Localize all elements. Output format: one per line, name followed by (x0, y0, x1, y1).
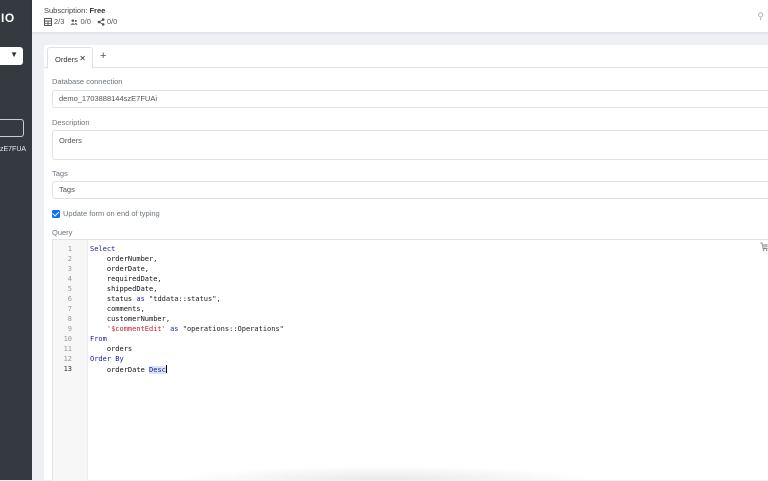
cart-icon[interactable] (760, 241, 768, 252)
code-line[interactable]: From (90, 335, 107, 343)
code-token: From (90, 335, 107, 343)
code-line[interactable]: Select (90, 245, 115, 253)
line-number: 12 (63, 355, 72, 363)
caret-down-icon: ▼ (10, 50, 18, 59)
code-token: orders (90, 345, 133, 353)
line-number: 4 (67, 275, 72, 283)
share-icon (97, 17, 105, 26)
query-label: Query (52, 228, 73, 237)
code-line[interactable]: orderDate Desc (90, 365, 167, 374)
line-number-gutter: 1 2 3 4 5 6 7 8 9 10 11 12 13 (53, 240, 88, 481)
code-token: status (90, 295, 137, 303)
update-on-typing-label[interactable]: Update form on end of typing (63, 209, 160, 218)
code-line[interactable]: orderNumber, (90, 255, 158, 263)
code-token: comments, (90, 305, 145, 313)
line-number: 9 (67, 325, 72, 333)
code-line[interactable]: status as "tddata::status", (90, 295, 221, 303)
code-token: orderNumber, (90, 255, 158, 263)
tags-label: Tags (52, 169, 68, 178)
query-editor[interactable]: 1 2 3 4 5 6 7 8 9 10 11 12 13 Select orderNumber, or… (52, 239, 768, 481)
bottom-shadow (175, 466, 595, 480)
table-icon (44, 17, 52, 26)
code-token: as (136, 295, 145, 303)
stat-tables: 2/3 (44, 17, 64, 26)
code-token: requiredDate, (90, 275, 162, 283)
code-line[interactable]: customerNumber, (90, 315, 170, 323)
tab-bar: Orders ✕ + (44, 45, 768, 69)
line-number: 1 (67, 245, 72, 253)
brand-logo: IO (1, 11, 15, 25)
code-line[interactable]: requiredDate, (90, 275, 162, 283)
code-line[interactable]: shippedDate, (90, 285, 158, 293)
close-icon[interactable]: ✕ (79, 54, 86, 63)
line-number: 5 (67, 285, 72, 293)
stat-shares: 0/0 (97, 17, 117, 26)
users-icon (70, 18, 79, 25)
subscription-status: Subscription: Free (44, 6, 105, 15)
code-token: "tddata::status", (144, 295, 221, 303)
code-token: Desc (149, 366, 166, 374)
add-tab-button[interactable]: + (100, 50, 106, 62)
code-token: customerNumber, (90, 315, 171, 323)
code-line[interactable]: orders (90, 345, 132, 353)
code-token: orderDate, (90, 265, 150, 273)
tags-input[interactable]: Tags (52, 181, 768, 199)
code-token: '$commentEdit' (106, 325, 166, 333)
update-on-typing-row: Update form on end of typing (52, 209, 160, 218)
line-number: 11 (63, 345, 72, 353)
search-icon[interactable]: ⚲ (757, 11, 764, 22)
line-number: 8 (67, 315, 72, 323)
sidebar-search-input[interactable] (0, 119, 24, 137)
usage-stats: 2/3 0/0 0/0 (44, 17, 117, 26)
text-cursor (165, 365, 167, 373)
db-connection-field[interactable]: demo_1703888144szE7FUAi (52, 90, 768, 108)
description-label: Description (52, 118, 90, 127)
stat-tables-value: 2/3 (54, 17, 65, 26)
code-token: Select (90, 245, 116, 253)
code-line[interactable]: '$commentEdit' as "operations::Operation… (90, 325, 284, 333)
stat-users: 0/0 (70, 17, 91, 26)
description-field[interactable]: Orders (52, 130, 768, 160)
stat-users-value: 0/0 (80, 17, 91, 26)
line-number: 2 (67, 255, 72, 263)
code-token: shippedDate, (90, 285, 158, 293)
line-number: 6 (67, 295, 72, 303)
update-on-typing-checkbox[interactable] (52, 209, 60, 218)
code-line[interactable]: Order By (90, 355, 124, 363)
code-line[interactable]: orderDate, (90, 265, 149, 273)
sidebar: IO ▼ zE7FUA (0, 0, 32, 480)
line-number: 10 (63, 335, 72, 343)
db-connection-label: Database connection (52, 77, 123, 86)
main-panel: Orders ✕ + Database connection demo_1703… (44, 45, 768, 481)
subscription-label: Subscription: (44, 6, 90, 15)
tab-label: Orders (55, 55, 78, 64)
code-line[interactable]: comments, (90, 305, 145, 313)
top-bar: Subscription: Free 2/3 0/0 0/0 ⚲ (32, 0, 768, 33)
code-token: orderDate (90, 366, 150, 374)
subscription-value: Free (89, 6, 106, 15)
line-number: 3 (67, 265, 72, 273)
line-number: 7 (67, 305, 72, 313)
code-token: "operations::Operations" (178, 325, 284, 333)
code-token: Order By (90, 355, 124, 363)
tab-orders[interactable]: Orders ✕ (47, 47, 93, 69)
workspace-select[interactable]: ▼ (0, 47, 23, 65)
line-number: 13 (63, 365, 72, 373)
code-token: as (170, 325, 179, 333)
sidebar-item-database[interactable]: zE7FUA (0, 146, 26, 153)
stat-shares-value: 0/0 (106, 17, 118, 26)
